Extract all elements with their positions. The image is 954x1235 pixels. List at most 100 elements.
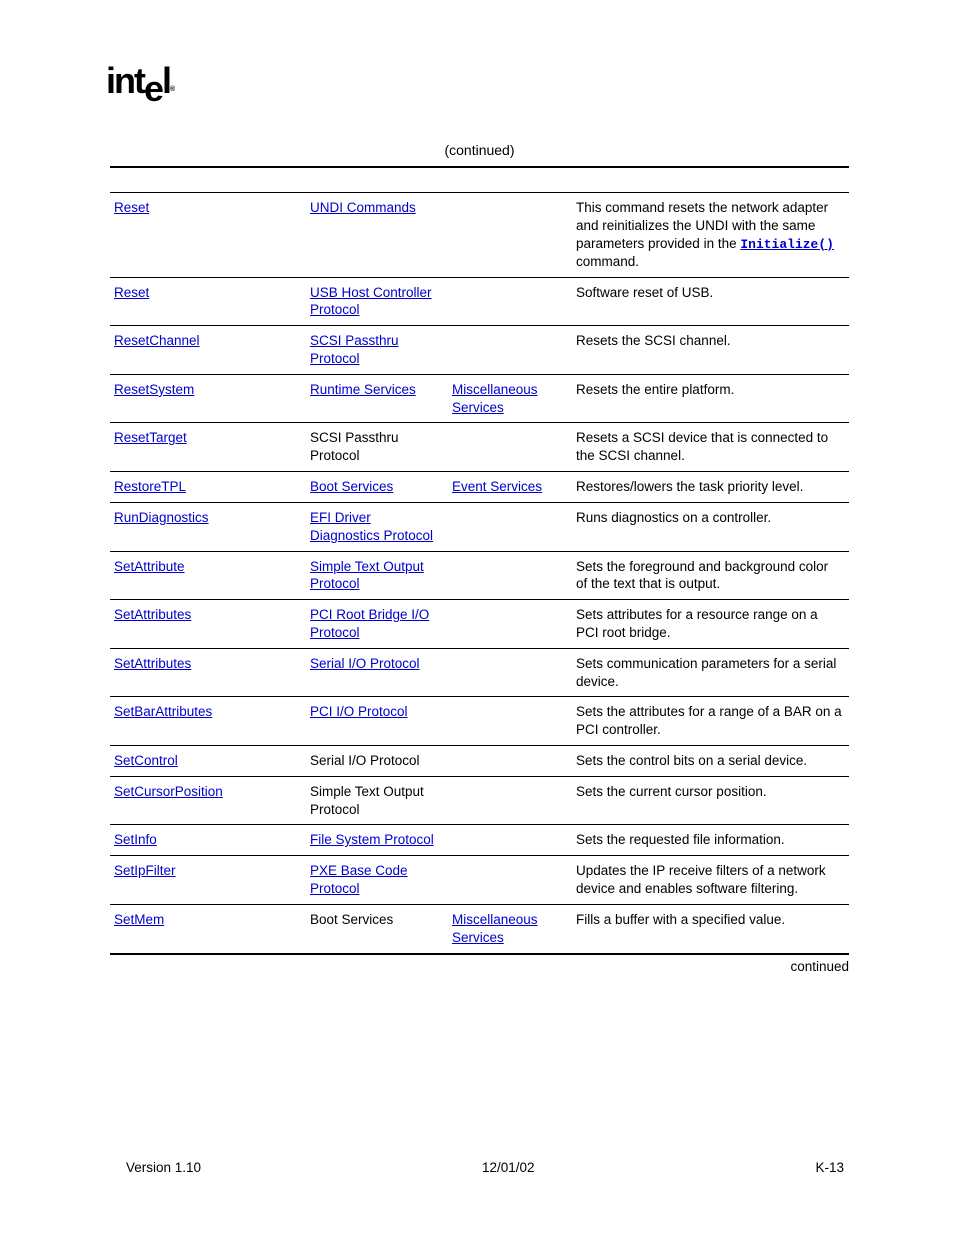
cell-function: SetIpFilter [110, 856, 306, 905]
cell-service-link[interactable]: Runtime Services [310, 382, 416, 397]
cell-function: RestoreTPL [110, 472, 306, 503]
cell-description: Sets the control bits on a serial device… [572, 746, 849, 777]
cell-subservice-link[interactable]: Miscellaneous Services [452, 912, 538, 945]
cell-service: Runtime Services [306, 374, 448, 423]
cell-description: Software reset of USB. [572, 277, 849, 326]
cell-function: Reset [110, 277, 306, 326]
cell-function: SetAttributes [110, 648, 306, 697]
table-row: RunDiagnostics EFI Driver Diagnostics Pro… [110, 502, 849, 551]
cell-service: UNDI Commands [306, 193, 448, 278]
cell-function-link[interactable]: SetMem [114, 912, 164, 927]
cell-service-link[interactable]: PCI I/O Protocol [310, 704, 408, 719]
cell-description: Fills a buffer with a specified value. [572, 904, 849, 953]
cell-subservice: Miscellaneous Services [448, 904, 572, 953]
table-row: RestoreTPL Boot Services Event Services Res… [110, 472, 849, 503]
cell-service: EFI Driver Diagnostics Protocol [306, 502, 448, 551]
cell-description: Updates the IP receive filters of a netw… [572, 856, 849, 905]
table-row: SetMem Boot ServicesMiscellaneous Service… [110, 904, 849, 953]
cell-function: SetBarAttributes [110, 697, 306, 746]
cell-description: Sets communication parameters for a seri… [572, 648, 849, 697]
cell-subservice [448, 825, 572, 856]
cell-function-link[interactable]: RestoreTPL [114, 479, 186, 494]
cell-function-link[interactable]: SetAttributes [114, 607, 191, 622]
cell-service: PCI Root Bridge I/O Protocol [306, 600, 448, 649]
cell-description: Restores/lowers the task priority level. [572, 472, 849, 503]
cell-subservice [448, 502, 572, 551]
cell-service: PXE Base Code Protocol [306, 856, 448, 905]
cell-service: Simple Text Output Protocol [306, 551, 448, 600]
cell-function-link[interactable]: SetBarAttributes [114, 704, 212, 719]
cell-function-link[interactable]: SetInfo [114, 832, 157, 847]
cell-service-link[interactable]: PCI Root Bridge I/O Protocol [310, 607, 429, 640]
table-row: SetControl Serial I/O Protocol Sets the co… [110, 746, 849, 777]
cell-description: Sets the foreground and background color… [572, 551, 849, 600]
cell-function-link[interactable]: SetAttributes [114, 656, 191, 671]
cell-subservice-link[interactable]: Miscellaneous Services [452, 382, 538, 415]
cell-service-link[interactable]: EFI Driver Diagnostics Protocol [310, 510, 433, 543]
cell-function: SetCursorPosition [110, 776, 306, 825]
cell-service: Serial I/O Protocol [306, 746, 448, 777]
cell-function-link[interactable]: SetAttribute [114, 559, 185, 574]
cell-function-link[interactable]: RunDiagnostics [114, 510, 209, 525]
cell-description: Sets the requested file information. [572, 825, 849, 856]
cell-function: ResetChannel [110, 326, 306, 375]
cell-service-link[interactable]: SCSI Passthru Protocol [310, 333, 399, 366]
table-row: SetBarAttributesPCI I/O ProtocolSets the… [110, 697, 849, 746]
cell-function: SetControl [110, 746, 306, 777]
cell-function-link[interactable]: ResetSystem [114, 382, 194, 397]
cell-subservice: Event Services [448, 472, 572, 503]
cell-subservice [448, 423, 572, 472]
cell-service-link[interactable]: UNDI Commands [310, 200, 416, 215]
cell-subservice [448, 551, 572, 600]
cell-subservice [448, 326, 572, 375]
cell-service-link[interactable]: Simple Text Output Protocol [310, 559, 424, 592]
cell-description: Resets a SCSI device that is connected t… [572, 423, 849, 472]
cell-function: ResetTarget [110, 423, 306, 472]
cell-service: PCI I/O Protocol [306, 697, 448, 746]
cell-subservice [448, 648, 572, 697]
cell-function-link[interactable]: SetCursorPosition [114, 784, 223, 799]
cell-service-link[interactable]: Serial I/O Protocol [310, 656, 420, 671]
cell-description: Resets the SCSI channel. [572, 326, 849, 375]
intel-logo: intel® [106, 60, 175, 102]
cell-function-link[interactable]: Reset [114, 200, 149, 215]
cell-service: Simple Text Output Protocol [306, 776, 448, 825]
footer-page: K-13 [815, 1160, 844, 1175]
cell-subservice [448, 697, 572, 746]
cell-service: Serial I/O Protocol [306, 648, 448, 697]
cell-service-link[interactable]: File System Protocol [310, 832, 434, 847]
code-link[interactable]: Initialize() [740, 237, 834, 252]
cell-subservice [448, 277, 572, 326]
cell-function-link[interactable]: SetControl [114, 753, 178, 768]
cell-service: SCSI Passthru Protocol [306, 326, 448, 375]
table-row: SetAttributes Serial I/O Protocol Sets com… [110, 648, 849, 697]
page-footer: Version 1.10 12/01/02 K-13 [126, 1160, 844, 1175]
table-row: SetIpFilter PXE Base Code Protocol Updates… [110, 856, 849, 905]
cell-subservice [448, 776, 572, 825]
table-row: SetAttributes PCI Root Bridge I/O Protoco… [110, 600, 849, 649]
cell-function-link[interactable]: ResetChannel [114, 333, 200, 348]
cell-function-link[interactable]: SetIpFilter [114, 863, 176, 878]
cell-description: Resets the entire platform. [572, 374, 849, 423]
footer-date: 12/01/02 [482, 1160, 535, 1175]
table-row: ResetTargetSCSI Passthru ProtocolResets … [110, 423, 849, 472]
cell-function: SetInfo [110, 825, 306, 856]
cell-function: Reset [110, 193, 306, 278]
table-row: SetInfo File System Protocol Sets the requ… [110, 825, 849, 856]
cell-service-link[interactable]: USB Host Controller Protocol [310, 285, 432, 318]
table-row: ResetChannel SCSI Passthru Protocol Resets… [110, 326, 849, 375]
footer-version: Version 1.10 [126, 1160, 201, 1175]
cell-function: SetAttributes [110, 600, 306, 649]
cell-description: This command resets the network adapter … [572, 193, 849, 278]
cell-service-link[interactable]: Boot Services [310, 479, 393, 494]
cell-service: Boot Services [306, 904, 448, 953]
cell-subservice-link[interactable]: Event Services [452, 479, 542, 494]
cell-function: ResetSystem [110, 374, 306, 423]
cell-description: Sets attributes for a resource range on … [572, 600, 849, 649]
cell-function-link[interactable]: Reset [114, 285, 149, 300]
functions-table: Reset UNDI Commands This command resets th… [110, 166, 849, 955]
cell-service-link[interactable]: PXE Base Code Protocol [310, 863, 408, 896]
cell-subservice: Miscellaneous Services [448, 374, 572, 423]
cell-function-link[interactable]: ResetTarget [114, 430, 187, 445]
table-row: ResetSystem Runtime Services Miscellaneous… [110, 374, 849, 423]
